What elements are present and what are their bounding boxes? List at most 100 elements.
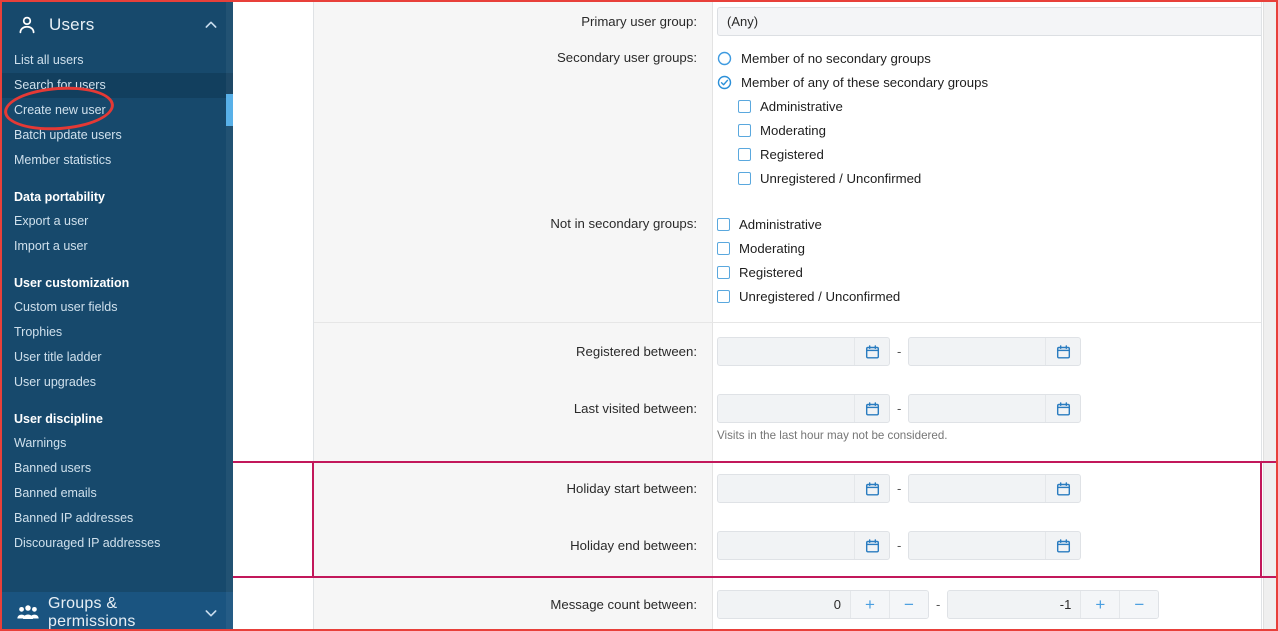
checkbox-unchecked-icon (717, 242, 730, 255)
sidebar-item-import-a-user[interactable]: Import a user (2, 234, 233, 259)
label-holiday-start-between: Holiday start between: (314, 474, 713, 497)
user-search-form: Primary user group: (Any) Secondary user… (313, 2, 1262, 629)
checkbox-notin-unregistered-unconfirmed[interactable]: Unregistered / Unconfirmed (717, 284, 1261, 308)
label-not-in-secondary-groups: Not in secondary groups: (314, 212, 713, 232)
radio-checked-icon (717, 75, 732, 90)
holiday-end-to-input[interactable] (908, 531, 1081, 560)
label-secondary-user-groups: Secondary user groups: (314, 46, 713, 66)
label-registered-between: Registered between: (314, 337, 713, 360)
sidebar-item-trophies[interactable]: Trophies (2, 320, 233, 345)
message-count-from-increment-button[interactable]: + (850, 591, 889, 618)
checkbox-notin-registered[interactable]: Registered (717, 260, 1261, 284)
admin-sidebar: Users List all users Search for users Cr… (2, 2, 233, 631)
sidebar-item-banned-users[interactable]: Banned users (2, 456, 233, 481)
sidebar-item-banned-ip-addresses[interactable]: Banned IP addresses (2, 506, 233, 531)
message-count-from-value[interactable]: 0 (718, 591, 850, 618)
row-holiday-end-between: Holiday end between: (314, 517, 1261, 574)
label-message-count-between: Message count between: (314, 590, 713, 613)
radio-unchecked-icon (717, 51, 732, 66)
calendar-icon[interactable] (865, 344, 880, 359)
sidebar-item-export-a-user[interactable]: Export a user (2, 209, 233, 234)
message-count-from-stepper[interactable]: 0 + − (717, 590, 929, 619)
checkbox-secondary-moderating[interactable]: Moderating (717, 118, 1261, 142)
radio-label: Member of any of these secondary groups (741, 75, 988, 90)
main-content: Primary user group: (Any) Secondary user… (233, 2, 1276, 629)
message-count-to-stepper[interactable]: -1 + − (947, 590, 1159, 619)
checkbox-secondary-administrative[interactable]: Administrative (717, 94, 1261, 118)
last-visited-from-input[interactable] (717, 394, 890, 423)
radio-member-of-no-secondary-groups[interactable]: Member of no secondary groups (717, 46, 1261, 70)
sidebar-item-create-new-user[interactable]: Create new user (2, 98, 233, 123)
range-separator: - (896, 481, 902, 496)
chevron-up-icon[interactable] (203, 17, 219, 33)
sidebar-section-users[interactable]: Users (2, 2, 233, 48)
primary-user-group-selected-value: (Any) (727, 14, 758, 29)
checkbox-secondary-registered[interactable]: Registered (717, 142, 1261, 166)
registered-to-input[interactable] (908, 337, 1081, 366)
sidebar-item-user-upgrades[interactable]: User upgrades (2, 370, 233, 395)
registered-from-input[interactable] (717, 337, 890, 366)
sidebar-item-user-title-ladder[interactable]: User title ladder (2, 345, 233, 370)
sidebar-spacer (2, 259, 233, 271)
sidebar-item-search-for-users[interactable]: Search for users (2, 73, 233, 98)
message-count-from-decrement-button[interactable]: − (889, 591, 928, 618)
range-separator: - (896, 344, 902, 359)
calendar-icon[interactable] (1056, 401, 1071, 416)
checkbox-unchecked-icon (717, 290, 730, 303)
row-last-visited-between: Last visited between: (314, 380, 1261, 454)
radio-label: Member of no secondary groups (741, 51, 931, 66)
field-message-count-between: 0 + − - -1 + − (713, 590, 1261, 619)
message-count-to-value[interactable]: -1 (948, 591, 1080, 618)
label-last-visited-between: Last visited between: (314, 394, 713, 417)
calendar-icon[interactable] (1056, 344, 1071, 359)
sidebar-item-warnings[interactable]: Warnings (2, 431, 233, 456)
calendar-icon[interactable] (1056, 538, 1071, 553)
page-scrollbar[interactable] (1263, 2, 1276, 629)
message-count-to-decrement-button[interactable]: − (1119, 591, 1158, 618)
checkbox-unchecked-icon (738, 124, 751, 137)
sidebar-item-member-statistics[interactable]: Member statistics (2, 148, 233, 173)
date-range-last-visited: - (717, 394, 1261, 423)
sidebar-group-title-user-customization: User customization (2, 271, 233, 295)
holiday-end-from-input[interactable] (717, 531, 890, 560)
sidebar-scrollbar-thumb[interactable] (226, 94, 233, 126)
sidebar-scrollbar[interactable] (226, 2, 233, 631)
checkbox-unchecked-icon (738, 148, 751, 161)
radio-member-of-any-secondary-groups[interactable]: Member of any of these secondary groups (717, 70, 1261, 94)
sidebar-item-list-all-users[interactable]: List all users (2, 48, 233, 73)
sidebar-item-custom-user-fields[interactable]: Custom user fields (2, 295, 233, 320)
row-primary-user-group: Primary user group: (Any) (314, 2, 1261, 46)
holiday-start-to-input[interactable] (908, 474, 1081, 503)
groups-icon (16, 602, 38, 624)
range-separator: - (935, 597, 941, 612)
row-message-count-between: Message count between: 0 + − - -1 + − (314, 574, 1261, 619)
checkbox-secondary-unregistered-unconfirmed[interactable]: Unregistered / Unconfirmed (717, 166, 1261, 190)
sidebar-item-banned-emails[interactable]: Banned emails (2, 481, 233, 506)
field-last-visited-between: - (713, 394, 1261, 442)
primary-user-group-select[interactable]: (Any) (717, 7, 1262, 36)
range-separator: - (896, 401, 902, 416)
last-visited-hint: Visits in the last hour may not be consi… (717, 423, 1261, 442)
sidebar-group-title-user-discipline: User discipline (2, 407, 233, 431)
sidebar-spacer (2, 395, 233, 407)
annotation-box-left-edge (312, 461, 314, 578)
label-holiday-end-between: Holiday end between: (314, 531, 713, 554)
checkbox-notin-administrative[interactable]: Administrative (717, 212, 1261, 236)
sidebar-item-discouraged-ip-addresses[interactable]: Discouraged IP addresses (2, 531, 233, 556)
calendar-icon[interactable] (1056, 481, 1071, 496)
last-visited-to-input[interactable] (908, 394, 1081, 423)
checkbox-notin-moderating[interactable]: Moderating (717, 236, 1261, 260)
date-range-holiday-end: - (717, 531, 1261, 560)
calendar-icon[interactable] (865, 538, 880, 553)
message-count-to-increment-button[interactable]: + (1080, 591, 1119, 618)
calendar-icon[interactable] (865, 481, 880, 496)
sidebar-section-groups-permissions[interactable]: Groups & permissions (2, 592, 233, 631)
sidebar-section-groups-label: Groups & permissions (48, 595, 193, 631)
calendar-icon[interactable] (865, 401, 880, 416)
chevron-down-icon[interactable] (203, 605, 219, 621)
checkbox-label: Moderating (760, 123, 826, 138)
field-holiday-end-between: - (713, 531, 1261, 560)
holiday-start-from-input[interactable] (717, 474, 890, 503)
sidebar-item-batch-update-users[interactable]: Batch update users (2, 123, 233, 148)
checkbox-label: Registered (739, 265, 803, 280)
